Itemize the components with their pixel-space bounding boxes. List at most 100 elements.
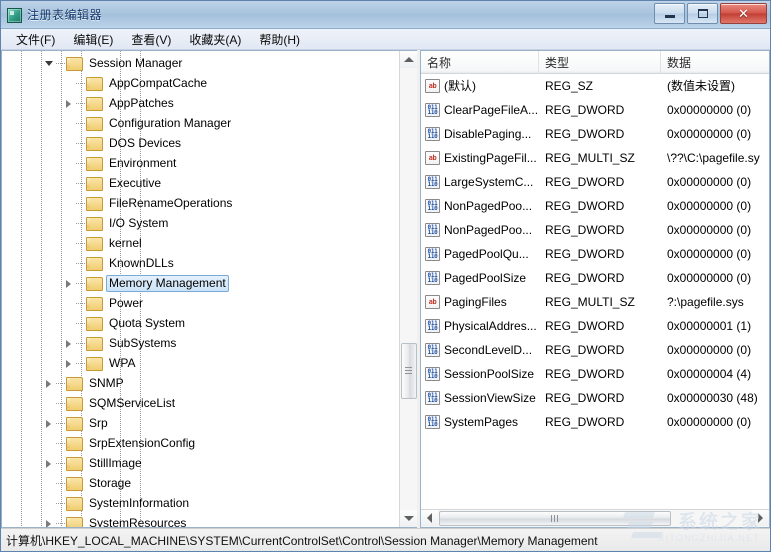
tree-guide-dash — [56, 502, 65, 504]
chevron-right-icon[interactable] — [42, 517, 55, 527]
value-row[interactable]: 011 110 PagedPoolQu... REG_DWORD 0x00000000 … — [421, 242, 769, 266]
chevron-down-icon[interactable] — [42, 57, 55, 70]
tree-node-session-manager[interactable]: Session Manager — [2, 53, 399, 73]
value-row[interactable]: 011 110 SessionViewSize REG_DWORD 0x00000030… — [421, 386, 769, 410]
values-scroll-thumb[interactable] — [439, 511, 671, 526]
value-row[interactable]: 011 110 NonPagedPoo... REG_DWORD 0x00000000 … — [421, 194, 769, 218]
value-data-cell: 0x00000000 (0) — [667, 127, 752, 141]
minimize-button[interactable] — [654, 3, 685, 24]
value-row[interactable]: 011 110 PhysicalAddres... REG_DWORD 0x000000… — [421, 314, 769, 338]
tree-node-kernel[interactable]: kernel — [2, 233, 399, 253]
tree-node-apppatches[interactable]: AppPatches — [2, 93, 399, 113]
value-row[interactable]: 011 110 SecondLevelD... REG_DWORD 0x00000000… — [421, 338, 769, 362]
tree-guide-dash — [76, 202, 85, 204]
maximize-button[interactable] — [687, 3, 718, 24]
column-header-type[interactable]: 类型 — [539, 51, 661, 73]
tree-node-sqmservicelist[interactable]: SQMServiceList — [2, 393, 399, 413]
tree-node-stillimage[interactable]: StillImage — [2, 453, 399, 473]
menu-item-view[interactable]: 查看(V) — [122, 29, 180, 50]
tree-guide-dash — [76, 242, 85, 244]
value-row[interactable]: ab PagingFiles REG_MULTI_SZ ?:\pagefile.sys — [421, 290, 769, 314]
tree-node-knowndlls[interactable]: KnownDLLs — [2, 253, 399, 273]
chevron-left-icon — [427, 513, 432, 523]
dword-value-icon: 011 110 — [425, 415, 440, 429]
menu-item-edit[interactable]: 编辑(E) — [64, 29, 122, 50]
chevron-right-icon[interactable] — [62, 277, 75, 290]
chevron-right-icon[interactable] — [42, 417, 55, 430]
tree-node-snmp[interactable]: SNMP — [2, 373, 399, 393]
value-data-cell: 0x00000000 (0) — [667, 175, 752, 189]
column-header-data[interactable]: 数据 — [661, 51, 769, 73]
tree-guide-dash — [56, 462, 65, 464]
folder-icon — [66, 456, 83, 471]
tree-scroll-thumb[interactable] — [401, 343, 417, 399]
tree-node-systeminformation[interactable]: SystemInformation — [2, 493, 399, 513]
dword-value-icon: 011 110 — [425, 343, 440, 357]
tree-scroll-down-button[interactable] — [400, 510, 417, 527]
menu-item-help[interactable]: 帮助(H) — [250, 29, 309, 50]
value-type-cell: REG_DWORD — [545, 319, 625, 333]
chevron-right-icon[interactable] — [62, 337, 75, 350]
folder-icon — [86, 136, 103, 151]
tree-node-dos-devices[interactable]: DOS Devices — [2, 133, 399, 153]
value-row[interactable]: 011 110 DisablePaging... REG_DWORD 0x0000000… — [421, 122, 769, 146]
tree-node-executive[interactable]: Executive — [2, 173, 399, 193]
tree-node-configuration-manager[interactable]: Configuration Manager — [2, 113, 399, 133]
column-header-name[interactable]: 名称 — [421, 51, 539, 73]
tree-node-filerenameoperations[interactable]: FileRenameOperations — [2, 193, 399, 213]
values-horizontal-scrollbar[interactable] — [421, 509, 769, 527]
tree-guide-dash — [76, 82, 85, 84]
dword-value-icon: 011 110 — [425, 367, 440, 381]
close-button[interactable]: ✕ — [720, 3, 767, 24]
tree-node-storage[interactable]: Storage — [2, 473, 399, 493]
tree-guide-dash — [56, 62, 65, 64]
values-list[interactable]: ab (默认) REG_SZ (数值未设置) 011 110 ClearPageFileA.… — [421, 74, 769, 509]
tree-node-memory-management[interactable]: Memory Management — [2, 273, 399, 293]
value-row[interactable]: 011 110 ClearPageFileA... REG_DWORD 0x000000… — [421, 98, 769, 122]
menu-item-file[interactable]: 文件(F) — [7, 29, 64, 50]
value-name-label: ClearPageFileA... — [444, 103, 539, 117]
value-row[interactable]: ab (默认) REG_SZ (数值未设置) — [421, 74, 769, 98]
tree-node-label: Storage — [89, 475, 132, 490]
registry-key-tree[interactable]: Session Manager AppCompatCache AppPatches C… — [2, 51, 399, 527]
chevron-right-icon[interactable] — [42, 457, 55, 470]
value-row[interactable]: 011 110 SessionPoolSize REG_DWORD 0x00000004… — [421, 362, 769, 386]
value-name-cell: 011 110 PhysicalAddres... — [421, 314, 539, 338]
tree-node-power[interactable]: Power — [2, 293, 399, 313]
chevron-right-icon[interactable] — [42, 377, 55, 390]
chevron-right-icon[interactable] — [62, 357, 75, 370]
value-row[interactable]: 011 110 PagedPoolSize REG_DWORD 0x00000000 (… — [421, 266, 769, 290]
folder-icon — [86, 156, 103, 171]
tree-node-i-o-system[interactable]: I/O System — [2, 213, 399, 233]
tree-vertical-scrollbar[interactable] — [399, 51, 417, 527]
tree-node-subsystems[interactable]: SubSystems — [2, 333, 399, 353]
tree-scroll-up-button[interactable] — [400, 51, 417, 68]
values-scroll-left-button[interactable] — [421, 510, 438, 526]
value-name-cell: 011 110 SessionPoolSize — [421, 362, 539, 386]
value-row[interactable]: 011 110 LargeSystemC... REG_DWORD 0x00000000… — [421, 170, 769, 194]
tree-node-label: StillImage — [89, 455, 142, 470]
tree-node-systemresources[interactable]: SystemResources — [2, 513, 399, 527]
tree-node-label: Srp — [89, 415, 108, 430]
value-row[interactable]: ab ExistingPageFil... REG_MULTI_SZ \??\C:\p… — [421, 146, 769, 170]
menu-item-favorites[interactable]: 收藏夹(A) — [180, 29, 250, 50]
tree-guide-dash — [76, 302, 85, 304]
values-scroll-right-button[interactable] — [752, 510, 769, 526]
value-data-cell: \??\C:\pagefile.sy — [667, 151, 760, 165]
tree-node-appcompatcache[interactable]: AppCompatCache — [2, 73, 399, 93]
chevron-right-icon[interactable] — [62, 97, 75, 110]
tree-node-label: Environment — [109, 155, 177, 170]
value-row[interactable]: 011 110 NonPagedPoo... REG_DWORD 0x00000000 … — [421, 218, 769, 242]
tree-node-wpa[interactable]: WPA — [2, 353, 399, 373]
value-row[interactable]: 011 110 SystemPages REG_DWORD 0x00000000 (0) — [421, 410, 769, 434]
registry-editor-icon — [6, 7, 22, 23]
tree-node-environment[interactable]: Environment — [2, 153, 399, 173]
tree-node-srp[interactable]: Srp — [2, 413, 399, 433]
chevron-down-icon — [403, 516, 414, 521]
folder-icon — [66, 376, 83, 391]
folder-icon — [86, 196, 103, 211]
tree-node-srpextensionconfig[interactable]: SrpExtensionConfig — [2, 433, 399, 453]
tree-node-quota-system[interactable]: Quota System — [2, 313, 399, 333]
